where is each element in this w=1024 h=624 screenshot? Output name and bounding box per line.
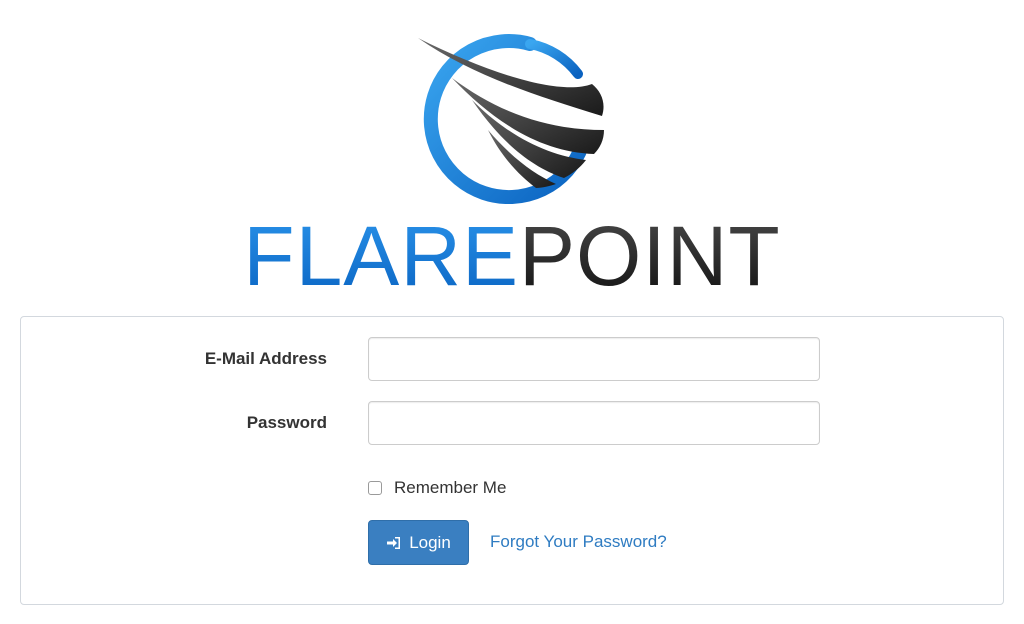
sign-in-icon — [387, 536, 401, 549]
email-label: E-Mail Address — [204, 349, 327, 368]
brand-name-part1: FLARE — [243, 209, 520, 303]
flare-logo-icon — [418, 34, 604, 204]
brand-wordmark: FLAREPOINT — [0, 214, 1024, 298]
remember-me-checkbox[interactable] — [368, 481, 382, 495]
password-field[interactable] — [368, 401, 820, 445]
login-button-label: Login — [409, 532, 451, 552]
password-label: Password — [246, 413, 327, 432]
login-panel: E-Mail Address Password Remember Me Logi… — [20, 316, 1004, 605]
brand-logo: FLAREPOINT — [0, 0, 1024, 300]
forgot-password-link[interactable]: Forgot Your Password? — [490, 532, 667, 552]
remember-me-row[interactable]: Remember Me — [368, 477, 506, 499]
remember-me-label[interactable]: Remember Me — [394, 478, 506, 498]
brand-name-part2: POINT — [519, 209, 781, 303]
login-button[interactable]: Login — [368, 520, 469, 565]
email-field[interactable] — [368, 337, 820, 381]
